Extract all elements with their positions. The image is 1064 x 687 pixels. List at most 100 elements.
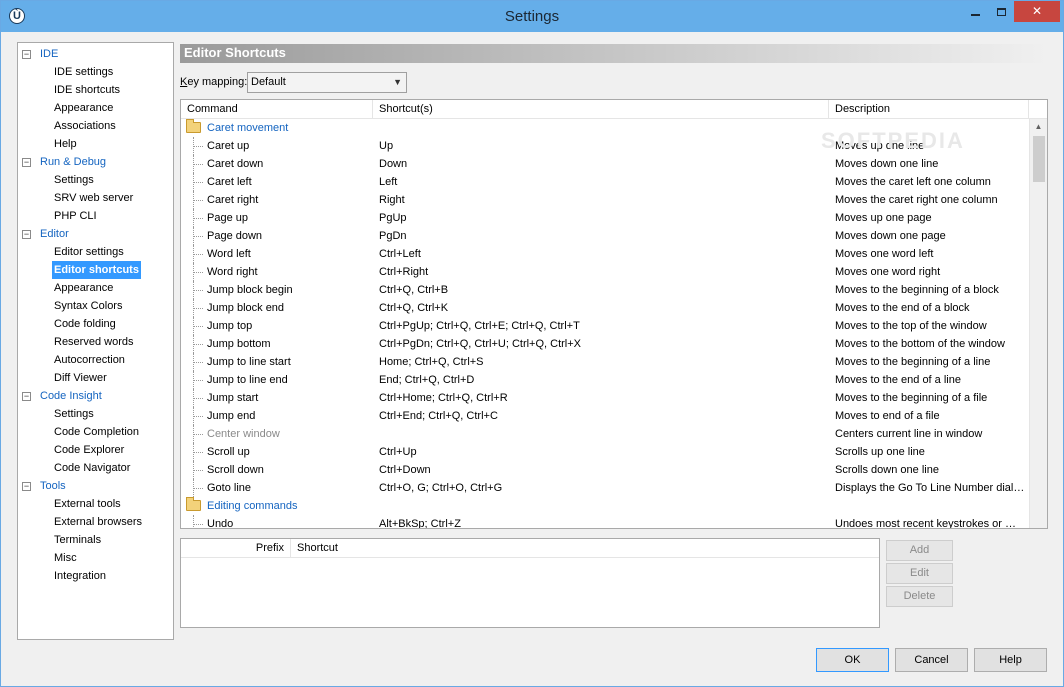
delete-button[interactable]: Delete xyxy=(886,586,953,607)
shortcuts-grid[interactable]: Command Shortcut(s) Description Caret mo… xyxy=(180,99,1048,529)
collapse-icon[interactable]: − xyxy=(22,158,31,167)
settings-tree[interactable]: − IDE IDE settings IDE shortcuts Appearance A… xyxy=(17,42,174,640)
table-row[interactable]: Jump top Ctrl+PgUp; Ctrl+Q, Ctrl+E; Ctrl+… xyxy=(181,317,1029,335)
tree-item[interactable]: Editor settings xyxy=(52,243,126,261)
tree-group[interactable]: − Tools xyxy=(19,477,172,495)
tree-item[interactable]: Appearance xyxy=(52,99,115,117)
tree-item[interactable]: Code Navigator xyxy=(52,459,132,477)
table-row[interactable]: Jump bottom Ctrl+PgDn; Ctrl+Q, Ctrl+U; Ct… xyxy=(181,335,1029,353)
table-row[interactable]: Caret down Down Moves down one line xyxy=(181,155,1029,173)
table-row[interactable]: Scroll down Ctrl+Down Scrolls down one lin… xyxy=(181,461,1029,479)
tree-item[interactable]: Autocorrection xyxy=(52,351,127,369)
tree-item[interactable]: Syntax Colors xyxy=(52,297,124,315)
table-row[interactable]: Jump to line start Home; Ctrl+Q, Ctrl+S Mo… xyxy=(181,353,1029,371)
column-header-description[interactable]: Description xyxy=(829,100,1029,119)
tree-connector xyxy=(193,281,203,299)
title-bar[interactable]: Ù Settings ✕ xyxy=(1,1,1063,32)
collapse-icon[interactable]: − xyxy=(22,230,31,239)
table-row[interactable]: Caret left Left Moves the caret left one c… xyxy=(181,173,1029,191)
tree-group[interactable]: − Run & Debug xyxy=(19,153,172,171)
tree-item[interactable]: PHP CLI xyxy=(52,207,99,225)
prefix-grid[interactable]: Prefix Shortcut xyxy=(180,538,880,628)
description-cell: Moves to the bottom of the window xyxy=(835,338,1005,350)
description-cell: Moves up one page xyxy=(835,212,932,224)
table-row[interactable]: Page up PgUp Moves up one page xyxy=(181,209,1029,227)
add-button[interactable]: Add xyxy=(886,540,953,561)
tree-item[interactable]: Associations xyxy=(52,117,118,135)
table-row[interactable]: Center window Centers current line in win… xyxy=(181,425,1029,443)
tree-group[interactable]: − Code Insight xyxy=(19,387,172,405)
table-row[interactable]: Jump block end Ctrl+Q, Ctrl+K Moves to the… xyxy=(181,299,1029,317)
tree-item[interactable]: Reserved words xyxy=(52,333,135,351)
scroll-up-icon[interactable]: ▲ xyxy=(1030,119,1047,135)
tree-item[interactable]: Code Completion xyxy=(52,423,141,441)
column-header-shortcuts[interactable]: Shortcut(s) xyxy=(373,100,829,119)
tree-item[interactable]: Settings xyxy=(52,171,96,189)
collapse-icon[interactable]: − xyxy=(22,392,31,401)
cancel-button[interactable]: Cancel xyxy=(895,648,968,672)
table-row[interactable]: Jump to line end End; Ctrl+Q, Ctrl+D Moves… xyxy=(181,371,1029,389)
description-cell: Moves to the end of a line xyxy=(835,374,961,386)
table-row[interactable]: Word left Ctrl+Left Moves one word left xyxy=(181,245,1029,263)
tree-item[interactable]: Code Explorer xyxy=(52,441,126,459)
grid-scrollbar[interactable]: ▲ xyxy=(1029,119,1047,528)
key-mapping-dropdown[interactable]: Default ▼ xyxy=(247,72,407,93)
table-row[interactable]: Caret right Right Moves the caret right on… xyxy=(181,191,1029,209)
table-row[interactable]: Page down PgDn Moves down one page xyxy=(181,227,1029,245)
shortcut-cell: Down xyxy=(379,158,408,170)
command-cell: Page up xyxy=(207,212,248,224)
tree-item[interactable]: IDE shortcuts xyxy=(52,81,122,99)
table-row[interactable]: Scroll up Ctrl+Up Scrolls up one line xyxy=(181,443,1029,461)
column-header-prefix[interactable]: Prefix xyxy=(181,539,291,558)
tree-connector xyxy=(193,371,203,389)
edit-button[interactable]: Edit xyxy=(886,563,953,584)
category-row[interactable]: Editing commands xyxy=(181,497,1029,515)
tree-item[interactable]: Terminals xyxy=(52,531,103,549)
key-mapping-label-text: ey mapping: xyxy=(187,76,248,88)
table-row[interactable]: Undo Alt+BkSp; Ctrl+Z Undoes most recent k… xyxy=(181,515,1029,528)
column-header-command[interactable]: Command xyxy=(181,100,373,119)
table-row[interactable]: Jump start Ctrl+Home; Ctrl+Q, Ctrl+R Moves… xyxy=(181,389,1029,407)
tree-connector xyxy=(193,137,203,155)
window-title: Settings xyxy=(504,8,560,25)
tree-item[interactable]: Misc xyxy=(52,549,79,567)
table-row[interactable]: Word right Ctrl+Right Moves one word right xyxy=(181,263,1029,281)
close-button[interactable]: ✕ xyxy=(1014,1,1060,22)
description-cell: Moves the caret right one column xyxy=(835,194,998,206)
help-button[interactable]: Help xyxy=(974,648,1047,672)
tree-group[interactable]: − Editor xyxy=(19,225,172,243)
command-cell: Jump to line start xyxy=(207,356,291,368)
tree-item[interactable]: SRV web server xyxy=(52,189,135,207)
tree-item[interactable]: External browsers xyxy=(52,513,144,531)
table-row[interactable]: Goto line Ctrl+O, G; Ctrl+O, Ctrl+G Displa… xyxy=(181,479,1029,497)
tree-item[interactable]: Diff Viewer xyxy=(52,369,109,387)
tree-item[interactable]: Appearance xyxy=(52,279,115,297)
ok-button[interactable]: OK xyxy=(816,648,889,672)
tree-item[interactable]: External tools xyxy=(52,495,123,513)
tree-connector xyxy=(193,191,203,209)
tree-item[interactable]: Help xyxy=(52,135,79,153)
shortcut-cell: Ctrl+Home; Ctrl+Q, Ctrl+R xyxy=(379,392,508,404)
minimize-button[interactable] xyxy=(962,1,988,22)
tree-connector xyxy=(193,209,203,227)
chevron-down-icon: ▼ xyxy=(393,77,402,87)
table-row[interactable]: Jump end Ctrl+End; Ctrl+Q, Ctrl+C Moves to… xyxy=(181,407,1029,425)
tree-item[interactable]: Code folding xyxy=(52,315,118,333)
collapse-icon[interactable]: − xyxy=(22,50,31,59)
collapse-icon[interactable]: − xyxy=(22,482,31,491)
key-mapping-value: Default xyxy=(251,76,286,88)
tree-item[interactable]: Editor shortcuts xyxy=(52,261,141,279)
column-header-shortcut[interactable]: Shortcut xyxy=(297,539,338,558)
tree-group[interactable]: − IDE xyxy=(19,45,172,63)
shortcut-cell: Ctrl+End; Ctrl+Q, Ctrl+C xyxy=(379,410,498,422)
table-row[interactable]: Jump block begin Ctrl+Q, Ctrl+B Moves to t… xyxy=(181,281,1029,299)
description-cell: Centers current line in window xyxy=(835,428,983,440)
command-cell: Editing commands xyxy=(207,500,298,512)
tree-item[interactable]: IDE settings xyxy=(52,63,115,81)
scroll-thumb[interactable] xyxy=(1033,136,1045,182)
maximize-button[interactable] xyxy=(988,1,1014,22)
description-cell: Moves to end of a file xyxy=(835,410,940,422)
tree-item[interactable]: Settings xyxy=(52,405,96,423)
description-cell: Displays the Go To Line Number dialo… xyxy=(835,482,1025,494)
tree-item[interactable]: Integration xyxy=(52,567,108,585)
